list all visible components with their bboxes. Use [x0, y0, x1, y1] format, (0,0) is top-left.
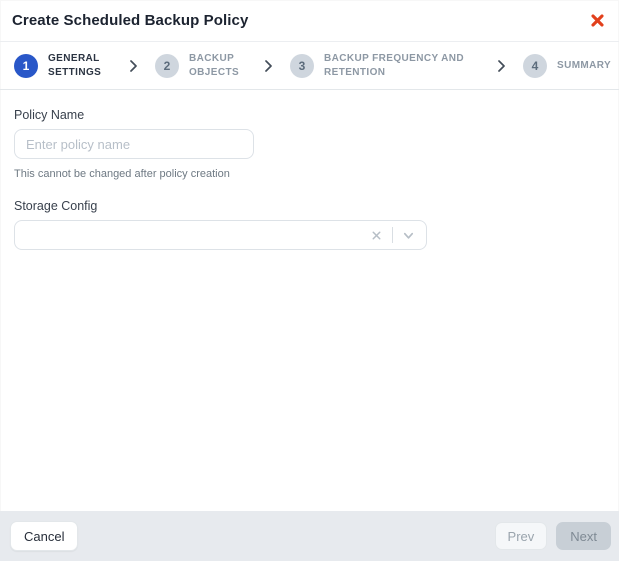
next-button[interactable]: Next — [556, 522, 611, 550]
step-number-badge: 4 — [523, 54, 547, 78]
modal-header: Create Scheduled Backup Policy — [0, 0, 619, 42]
policy-name-label: Policy Name — [14, 108, 605, 122]
prev-button[interactable]: Prev — [495, 522, 548, 550]
chevron-right-icon — [264, 60, 273, 72]
stepper-step-summary: 4 SUMMARY — [523, 54, 611, 78]
step-number-badge: 2 — [155, 54, 179, 78]
step-label: BACKUP FREQUENCY AND RETENTION — [324, 52, 480, 80]
step-label: GENERAL SETTINGS — [48, 52, 112, 80]
storage-config-select[interactable] — [14, 220, 427, 250]
chevron-right-icon — [497, 60, 506, 72]
storage-config-field: Storage Config — [14, 199, 605, 250]
modal-title: Create Scheduled Backup Policy — [12, 12, 248, 29]
step-label: BACKUP OBJECTS — [189, 52, 247, 80]
close-icon — [590, 13, 605, 28]
step-number-badge: 3 — [290, 54, 314, 78]
policy-name-helper-text: This cannot be changed after policy crea… — [14, 168, 605, 180]
stepper-step-backup-frequency-retention: 3 BACKUP FREQUENCY AND RETENTION — [290, 52, 480, 80]
modal-footer: Cancel Prev Next — [0, 511, 619, 561]
step-label: SUMMARY — [557, 59, 611, 73]
create-scheduled-backup-policy-modal: Create Scheduled Backup Policy 1 GENERAL… — [0, 0, 619, 561]
step-number-badge: 1 — [14, 54, 38, 78]
stepper-step-general-settings: 1 GENERAL SETTINGS — [14, 52, 112, 80]
chevron-down-icon[interactable] — [400, 227, 417, 244]
chevron-right-icon — [129, 60, 138, 72]
select-divider — [392, 227, 393, 243]
clear-selection-icon[interactable] — [368, 227, 385, 244]
modal-body: Policy Name This cannot be changed after… — [0, 90, 619, 268]
stepper-step-backup-objects: 2 BACKUP OBJECTS — [155, 52, 247, 80]
close-button[interactable] — [588, 11, 607, 30]
storage-config-label: Storage Config — [14, 199, 605, 213]
wizard-stepper: 1 GENERAL SETTINGS 2 BACKUP OBJECTS 3 BA… — [0, 42, 619, 90]
policy-name-input[interactable] — [14, 129, 254, 159]
policy-name-field: Policy Name This cannot be changed after… — [14, 108, 605, 180]
cancel-button[interactable]: Cancel — [10, 521, 78, 551]
